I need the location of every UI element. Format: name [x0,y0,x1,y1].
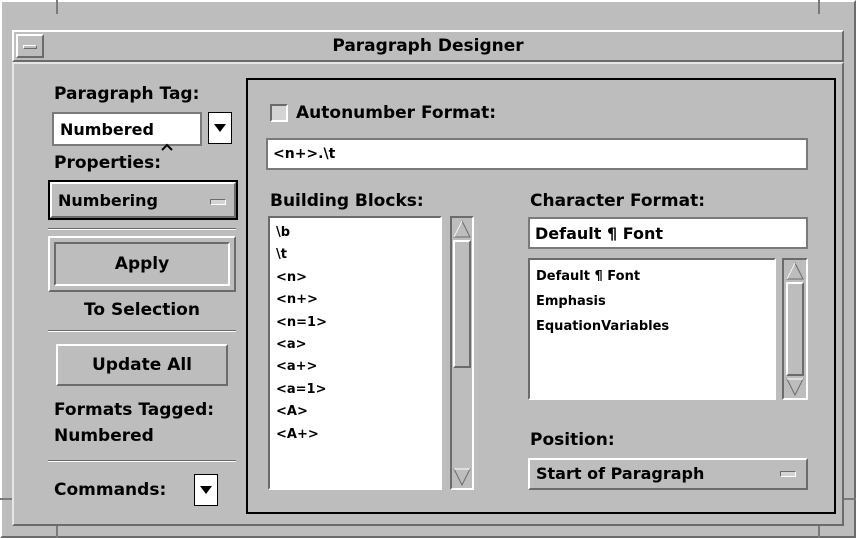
scroll-down-arrow-icon[interactable] [786,378,804,396]
commands-dropdown-button[interactable] [194,474,218,506]
autonumber-format-value: <n+>.\t [273,146,336,162]
character-formats-scrollbar[interactable] [782,258,808,400]
building-blocks-label: Building Blocks: [270,191,424,211]
list-item[interactable]: <a=1> [276,379,327,401]
building-blocks-scroll-thumb[interactable] [453,240,471,368]
character-format-value: Default ¶ Font [535,223,664,243]
list-item[interactable]: <n> [276,267,327,289]
apply-button[interactable]: Apply [48,236,236,292]
scroll-up-arrow-icon[interactable] [453,220,471,238]
list-item[interactable]: \b [276,222,327,244]
resize-handle-right-lower[interactable] [844,498,856,500]
character-formats-scroll-thumb[interactable] [786,282,804,376]
list-item[interactable]: <a+> [276,356,327,378]
list-item[interactable]: Emphasis [536,289,669,314]
title-bar[interactable]: Paragraph Designer [12,30,844,62]
paragraph-tag-value: Numbered [60,119,154,139]
character-format-label: Character Format: [530,191,706,211]
to-selection-label: To Selection [84,300,200,320]
properties-menu[interactable]: Numbering [48,180,238,220]
paragraph-tag-label: Paragraph Tag: [54,84,200,104]
autonumber-format-field[interactable]: <n+>.\t [266,138,808,170]
resize-handle-left-lower[interactable] [0,498,12,500]
properties-value: Numbering [58,191,158,210]
character-formats-items: Default ¶ Font Emphasis EquationVariable… [536,264,669,339]
list-item[interactable]: \t [276,244,327,266]
resize-handle-bottom-right[interactable] [818,526,820,538]
properties-label: Properties: [54,153,162,173]
update-all-button-label: Update All [92,355,192,375]
list-item[interactable]: <A> [276,401,327,423]
scroll-down-arrow-icon[interactable] [453,468,471,486]
update-all-button-face: Update All [60,348,224,382]
commands-label: Commands: [54,480,167,500]
list-item[interactable]: <n=1> [276,312,327,334]
option-menu-indicator-icon [780,471,796,477]
list-item[interactable]: <A+> [276,424,327,446]
apply-button-face: Apply [54,242,230,286]
character-format-field[interactable]: Default ¶ Font [528,217,808,249]
left-separator-1 [48,228,236,230]
building-blocks-list[interactable]: \b \t <n> <n+> <n=1> <a> <a+> <a=1> <A> … [268,216,442,490]
triangle-down-icon [214,124,226,132]
formats-tagged-label: Formats Tagged: [54,400,215,420]
position-label: Position: [530,430,615,450]
apply-button-label: Apply [114,254,170,274]
scroll-up-arrow-icon[interactable] [786,262,804,280]
text-cursor-icon [161,136,173,151]
left-separator-2 [48,330,236,332]
list-item[interactable]: <n+> [276,289,327,311]
formats-tagged-value: Numbered [54,426,154,446]
paragraph-tag-field[interactable]: Numbered [52,112,202,151]
building-blocks-items: \b \t <n> <n+> <n=1> <a> <a+> <a=1> <A> … [276,222,327,446]
resize-handle-top-left[interactable] [56,0,58,14]
position-option-menu[interactable]: Start of Paragraph [528,458,808,490]
position-value: Start of Paragraph [536,464,705,483]
autonumber-label: Autonumber Format: [296,103,497,123]
building-blocks-scrollbar[interactable] [450,216,474,490]
paragraph-tag-dropdown-button[interactable] [208,112,232,144]
autonumber-checkbox[interactable] [270,104,288,122]
left-separator-3 [48,460,236,462]
properties-option-button[interactable]: Numbering [50,182,236,218]
triangle-down-icon [200,486,212,494]
update-all-button[interactable]: Update All [56,344,228,386]
list-item[interactable]: <a> [276,334,327,356]
character-formats-list[interactable]: Default ¶ Font Emphasis EquationVariable… [528,258,776,400]
resize-handle-bottom-left[interactable] [56,526,58,538]
list-item[interactable]: EquationVariables [536,314,669,339]
resize-handle-top-right[interactable] [818,0,820,14]
list-item[interactable]: Default ¶ Font [536,264,669,289]
option-menu-indicator-icon [210,199,226,205]
window-title: Paragraph Designer [332,36,524,56]
